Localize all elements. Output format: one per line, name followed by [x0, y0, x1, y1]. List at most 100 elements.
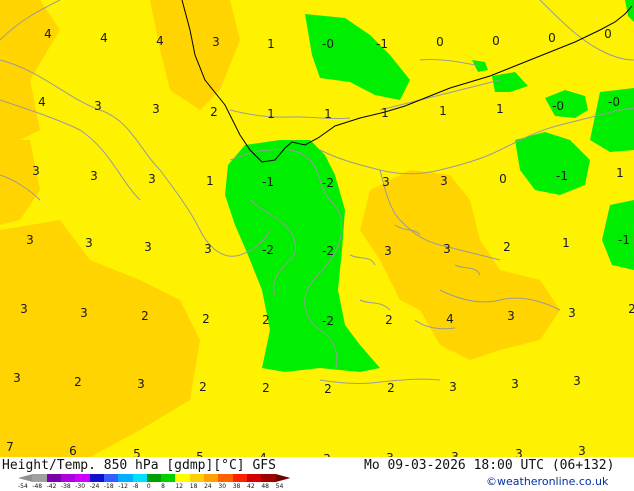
color-scale-label: -54	[18, 483, 28, 490]
temperature-label: -0	[552, 99, 564, 113]
color-scale-swatch	[189, 474, 205, 482]
temperature-label: 3	[568, 306, 576, 320]
color-scale-label: 30	[218, 483, 227, 490]
temperature-label: 4	[446, 312, 454, 326]
color-scale-label: -18	[103, 483, 114, 490]
color-scale-label: -12	[118, 483, 129, 490]
temperature-label: 2	[262, 381, 270, 395]
temperature-label: 2	[74, 375, 82, 389]
temperature-label: 0	[492, 34, 500, 48]
color-scale-swatch	[275, 474, 291, 482]
color-scale-swatch	[75, 474, 91, 482]
color-scale-swatch	[132, 474, 148, 482]
temperature-label: 5	[196, 450, 204, 457]
temperature-label: 2	[210, 105, 218, 119]
temperature-label: 2	[387, 381, 395, 395]
color-scale-label: -8	[132, 483, 139, 490]
temperature-label: 2	[324, 382, 332, 396]
color-scale-swatch	[261, 474, 277, 482]
color-scale-label: 18	[189, 483, 198, 490]
temperature-label: 3	[144, 240, 152, 254]
temperature-label: 3	[152, 102, 160, 116]
temperature-label: 3	[515, 447, 523, 457]
temperature-label: 3	[573, 374, 581, 388]
temperature-label: 0	[604, 27, 612, 41]
map-title: Height/Temp. 850 hPa [gdmp][°C] GFS	[2, 458, 276, 473]
temperature-label: 4	[44, 27, 52, 41]
temperature-label: 4	[100, 31, 108, 45]
temperature-label: 0	[548, 31, 556, 45]
temperature-label: -0	[322, 37, 334, 51]
temperature-label: 3	[26, 233, 34, 247]
temperature-label: 3	[80, 306, 88, 320]
map-footer: Height/Temp. 850 hPa [gdmp][°C] GFS Mo 0…	[0, 457, 634, 490]
temperature-label: 0	[436, 35, 444, 49]
color-scale-swatch	[118, 474, 134, 482]
temperature-label: 3	[382, 175, 390, 189]
temperature-label: 3	[578, 444, 586, 457]
color-scale-label: 12	[175, 483, 184, 490]
color-scale-swatch	[46, 474, 62, 482]
temperature-label: 5	[133, 447, 141, 457]
temperature-label: 2	[385, 313, 393, 327]
color-scale-swatch	[218, 474, 234, 482]
color-scale-label: -30	[75, 483, 86, 490]
temperature-label: 1	[206, 174, 214, 188]
color-scale-swatch	[32, 474, 48, 482]
color-scale-swatch	[175, 474, 191, 482]
temperature-label: -2	[322, 314, 334, 328]
temperature-label: 3	[511, 377, 519, 391]
temperature-label: 3	[137, 377, 145, 391]
temperature-label: 4	[38, 95, 46, 109]
color-scale-label: -24	[89, 483, 100, 490]
temperature-label: 2	[202, 312, 210, 326]
temperature-label: 2	[262, 313, 270, 327]
temperature-label: 3	[451, 450, 459, 457]
temperature-label: -1	[556, 169, 568, 183]
temperature-label: 3	[32, 164, 40, 178]
temperature-label: -1	[262, 175, 274, 189]
temperature-label: 3	[384, 244, 392, 258]
temperature-label: -2	[262, 243, 274, 257]
color-scale-label: -42	[46, 483, 57, 490]
temperature-label: 3	[13, 371, 21, 385]
temperature-label: -1	[376, 37, 388, 51]
temperature-label: 3	[449, 380, 457, 394]
temperature-label: 3	[90, 169, 98, 183]
temperature-label: 3	[148, 172, 156, 186]
temperature-label: 2	[503, 240, 511, 254]
color-scale-swatch	[146, 474, 162, 482]
temperature-label: 3	[212, 35, 220, 49]
color-scale-label: 38	[232, 483, 241, 490]
color-scale-label: -48	[32, 483, 43, 490]
temperature-label: 0	[499, 172, 507, 186]
color-scale-swatch	[204, 474, 219, 482]
temperature-label: 1	[439, 104, 447, 118]
color-scale-label: 42	[247, 483, 255, 490]
color-scale-swatch	[232, 474, 248, 482]
forecast-map: 4 4 4 3 1 -0 -1 0 0 0 0 4 3 3 2 1 1 1 1 1 -0 -0 3 3 3 1 -1 -2 3 3 0 -1 1…	[0, 0, 634, 466]
color-scale-label: 24	[204, 483, 212, 490]
valid-time: Mo 09-03-2026 18:00 UTC (06+132)	[364, 458, 615, 473]
temperature-label: 2	[141, 309, 149, 323]
temperature-label: 3	[204, 242, 212, 256]
temperature-label: -1	[618, 233, 630, 247]
temperature-label: 7	[6, 440, 14, 454]
color-scale-label: 54	[275, 483, 284, 490]
temperature-label: 2	[628, 302, 634, 316]
color-scale-swatch	[161, 474, 176, 482]
temperature-label: -2	[322, 244, 334, 258]
color-scale-label: 0	[146, 483, 151, 490]
temperature-label: 1	[381, 106, 389, 120]
temperature-label: 3	[440, 174, 448, 188]
temperature-label: 3	[443, 242, 451, 256]
temperature-label: 3	[85, 236, 93, 250]
color-scale-swatch	[60, 474, 76, 482]
color-scale-swatch	[247, 474, 262, 482]
temperature-label: 3	[94, 99, 102, 113]
temperature-label: 1	[267, 37, 275, 51]
color-scale-label: 8	[161, 483, 165, 490]
temperature-label: 2	[199, 380, 207, 394]
temperature-label: -2	[322, 176, 334, 190]
copyright[interactable]: ©weatheronline.co.uk	[486, 475, 608, 488]
